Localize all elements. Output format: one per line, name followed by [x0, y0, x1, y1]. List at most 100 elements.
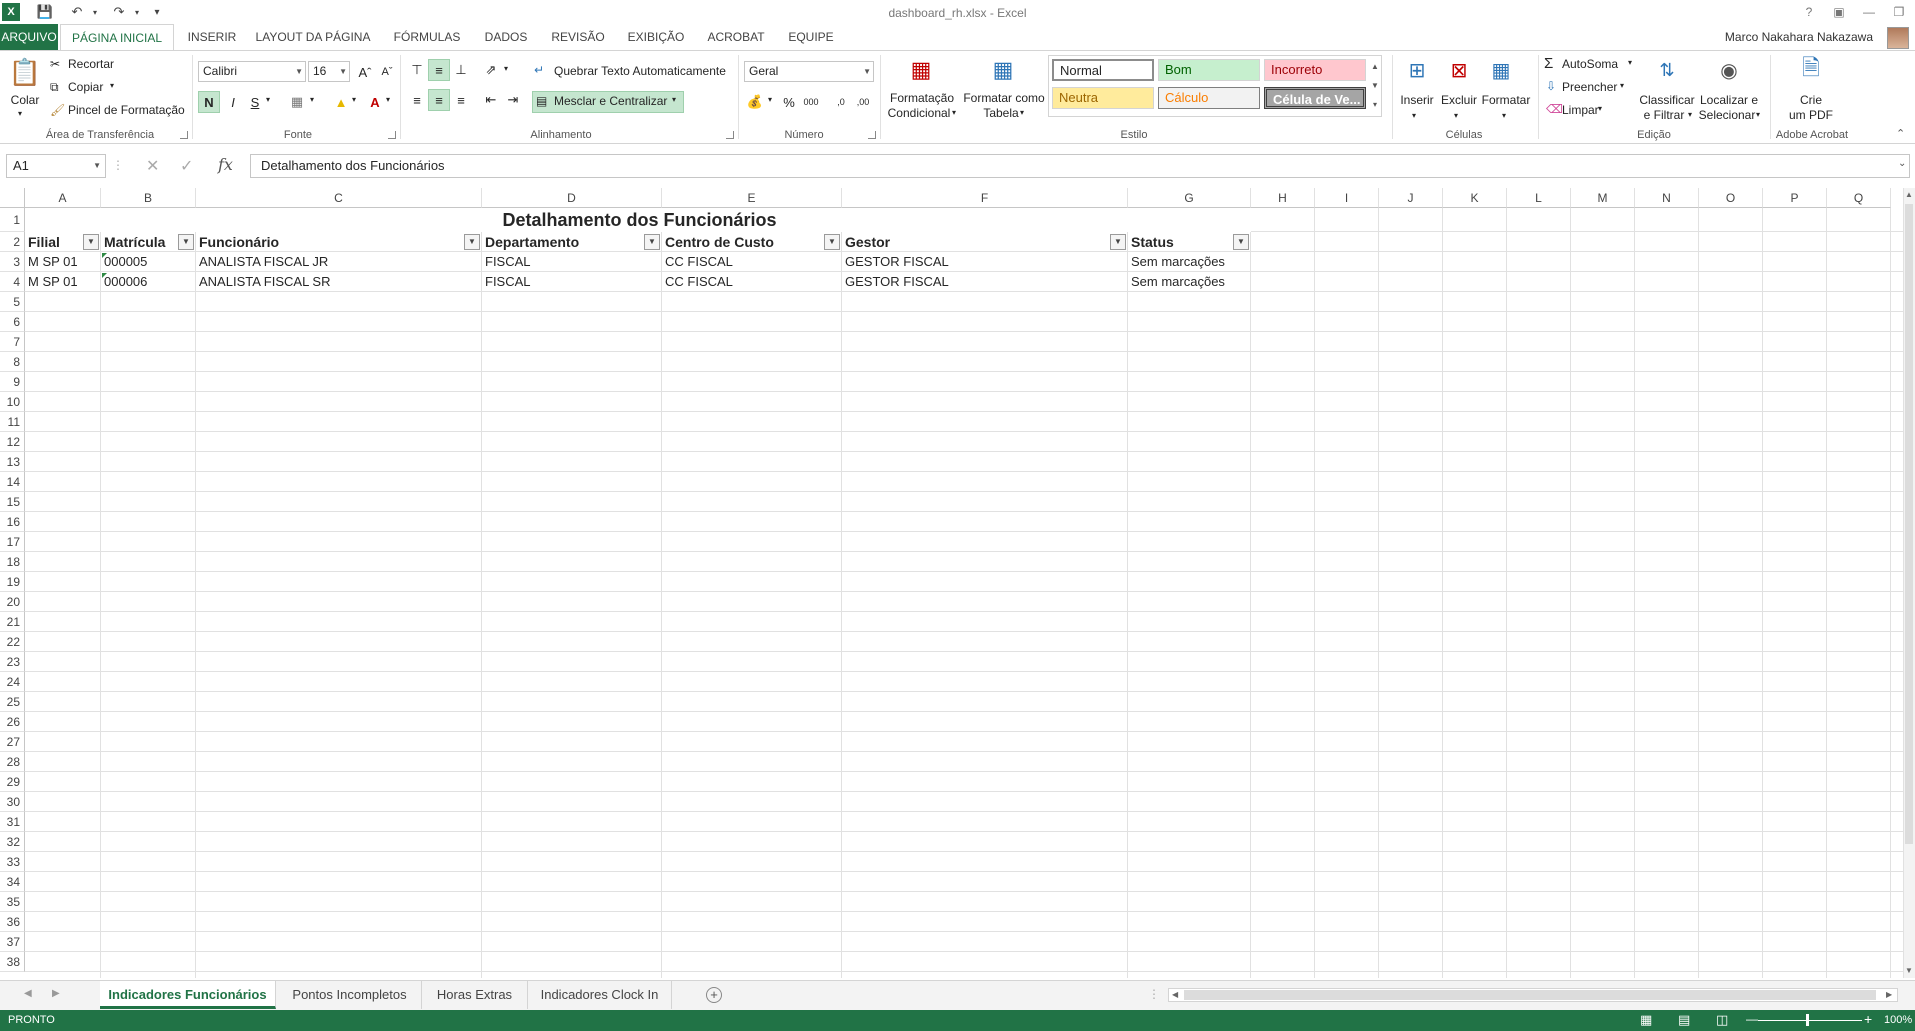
increase-indent-icon[interactable]: ⇥: [502, 89, 524, 111]
column-header[interactable]: M: [1571, 188, 1635, 208]
font-name-combo[interactable]: Calibri ▼: [198, 61, 306, 82]
row-header[interactable]: 21: [0, 612, 25, 632]
cell-departamento[interactable]: FISCAL: [482, 272, 662, 292]
paste-dropdown-icon[interactable]: ▾: [18, 107, 22, 121]
sheet-tab-horas-extras[interactable]: Horas Extras: [422, 981, 528, 1009]
fill-icon[interactable]: ⇩: [1546, 79, 1556, 93]
row-header[interactable]: 9: [0, 372, 25, 392]
collapse-ribbon-icon[interactable]: ⌃: [1896, 127, 1905, 140]
page-break-view-icon[interactable]: ◫: [1716, 1012, 1728, 1028]
row-header[interactable]: 3: [0, 252, 25, 272]
number-format-combo[interactable]: Geral ▼: [744, 61, 874, 82]
sheet-title[interactable]: Detalhamento dos Funcionários: [25, 208, 1251, 232]
paste-button[interactable]: Colar: [6, 93, 44, 107]
autosum-dropdown-icon[interactable]: ▾: [1628, 58, 1632, 67]
row-header[interactable]: 12: [0, 432, 25, 452]
tab-dados[interactable]: DADOS: [476, 24, 536, 50]
row-header[interactable]: 35: [0, 892, 25, 912]
expand-formula-icon[interactable]: ⌄: [1898, 158, 1906, 169]
row-header[interactable]: 15: [0, 492, 25, 512]
header-centro-custo[interactable]: Centro de Custo: [662, 232, 842, 252]
align-center-icon[interactable]: ≡: [428, 89, 450, 111]
increase-decimal-icon[interactable]: ,0: [830, 91, 852, 113]
find-select-line2[interactable]: Selecionar: [1696, 108, 1758, 122]
sort-filter-line1[interactable]: Classificar: [1636, 93, 1698, 107]
row-header[interactable]: 4: [0, 272, 25, 292]
column-header[interactable]: E: [662, 188, 842, 208]
format-cells-icon[interactable]: ▦: [1486, 55, 1516, 85]
insert-cells-button[interactable]: Inserir: [1396, 93, 1438, 107]
formula-input[interactable]: Detalhamento dos Funcionários: [250, 154, 1910, 178]
filter-dropdown-icon[interactable]: ▼: [178, 234, 194, 250]
fill-button[interactable]: Preencher: [1562, 80, 1617, 94]
row-header[interactable]: 36: [0, 912, 25, 932]
cell-matricula[interactable]: 000006: [101, 272, 196, 292]
cell-gestor[interactable]: GESTOR FISCAL: [842, 272, 1128, 292]
row-header[interactable]: 8: [0, 352, 25, 372]
horizontal-scroll-thumb[interactable]: [1184, 990, 1876, 1000]
row-header[interactable]: 7: [0, 332, 25, 352]
row-header[interactable]: 17: [0, 532, 25, 552]
column-header[interactable]: J: [1379, 188, 1443, 208]
format-painter-button[interactable]: Pincel de Formatação: [68, 103, 185, 117]
sort-filter-icon[interactable]: ⇅: [1652, 55, 1682, 85]
column-header[interactable]: G: [1128, 188, 1251, 208]
header-funcionario[interactable]: Funcionário: [196, 232, 482, 252]
scroll-left-icon[interactable]: ◀: [1172, 988, 1178, 1002]
column-header[interactable]: Q: [1827, 188, 1891, 208]
style-gallery-scroll[interactable]: ▲ ▼ ▾: [1370, 57, 1380, 115]
row-header[interactable]: 11: [0, 412, 25, 432]
row-header[interactable]: 10: [0, 392, 25, 412]
error-indicator-icon[interactable]: [102, 253, 107, 258]
sort-filter-dropdown-icon[interactable]: ▾: [1688, 108, 1692, 122]
align-left-icon[interactable]: ≡: [406, 89, 428, 111]
row-header[interactable]: 29: [0, 772, 25, 792]
scroll-down-icon[interactable]: ▼: [1905, 966, 1913, 975]
tab-pagina-inicial[interactable]: PÁGINA INICIAL: [60, 24, 174, 51]
filter-dropdown-icon[interactable]: ▼: [464, 234, 480, 250]
row-header[interactable]: 19: [0, 572, 25, 592]
row-header[interactable]: 24: [0, 672, 25, 692]
normal-view-icon[interactable]: ▦: [1640, 1012, 1652, 1028]
wrap-text-icon[interactable]: ↵: [534, 63, 544, 77]
copy-icon[interactable]: ⧉: [50, 80, 59, 95]
cell-departamento[interactable]: FISCAL: [482, 252, 662, 272]
find-select-line1[interactable]: Localizar e: [1696, 93, 1762, 107]
cell-funcionario[interactable]: ANALISTA FISCAL JR: [196, 252, 482, 272]
conditional-format-icon[interactable]: ▦: [906, 55, 936, 85]
cell-status[interactable]: Sem marcações: [1128, 272, 1251, 292]
zoom-out-icon[interactable]: —: [1746, 1012, 1758, 1026]
find-select-dropdown-icon[interactable]: ▾: [1756, 108, 1760, 122]
filter-dropdown-icon[interactable]: ▼: [644, 234, 660, 250]
bold-button[interactable]: N: [198, 91, 220, 113]
sheet-tab-indicadores-clock-in[interactable]: Indicadores Clock In: [528, 981, 672, 1009]
format-painter-icon[interactable]: 🖌: [50, 103, 65, 117]
align-top-icon[interactable]: ⊤: [406, 59, 428, 81]
binoculars-icon[interactable]: ◉: [1714, 55, 1744, 85]
minimize-icon[interactable]: —: [1855, 2, 1883, 22]
tab-formulas[interactable]: FÓRMULAS: [386, 24, 468, 50]
create-pdf-icon[interactable]: 🗎: [1796, 55, 1826, 85]
error-indicator-icon[interactable]: [102, 273, 107, 278]
create-pdf-line2[interactable]: um PDF: [1776, 108, 1846, 122]
column-header[interactable]: B: [101, 188, 196, 208]
tab-equipe[interactable]: EQUIPE: [780, 24, 842, 50]
zoom-slider-thumb[interactable]: [1806, 1014, 1809, 1026]
copy-dropdown-icon[interactable]: ▾: [110, 81, 114, 90]
row-header[interactable]: 37: [0, 932, 25, 952]
header-departamento[interactable]: Departamento: [482, 232, 662, 252]
row-header[interactable]: 33: [0, 852, 25, 872]
filter-dropdown-icon[interactable]: ▼: [83, 234, 99, 250]
format-dropdown-icon[interactable]: ▾: [1502, 109, 1506, 123]
conditional-format-line2[interactable]: Condicional: [884, 106, 954, 120]
borders-icon[interactable]: ▦: [286, 91, 308, 113]
header-gestor[interactable]: Gestor: [842, 232, 1128, 252]
cell-centro-custo[interactable]: CC FISCAL: [662, 252, 842, 272]
insert-cells-icon[interactable]: ⊞: [1402, 55, 1432, 85]
thousands-icon[interactable]: 000: [800, 91, 822, 113]
style-neutral[interactable]: Neutra: [1052, 87, 1154, 109]
zoom-level[interactable]: 100%: [1884, 1014, 1912, 1026]
column-header[interactable]: D: [482, 188, 662, 208]
currency-dropdown-icon[interactable]: ▾: [768, 95, 772, 104]
alignment-launcher-icon[interactable]: [726, 131, 734, 139]
